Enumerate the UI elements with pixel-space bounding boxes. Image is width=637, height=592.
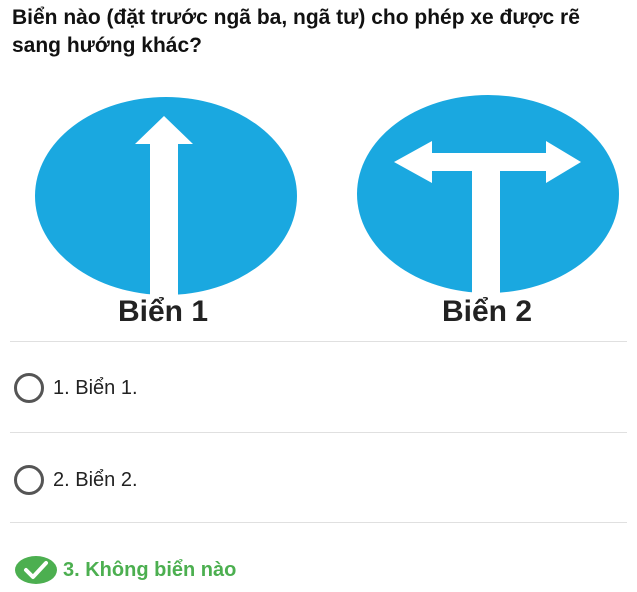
sign-illustration: Biển 1 Biển 2 [0,84,637,334]
radio-unchecked-icon[interactable] [14,465,44,495]
sign-1-label: Biển 1 [117,295,209,328]
divider [10,341,627,342]
option-1[interactable]: 1. Biển 1. [14,368,138,408]
option-1-label: 1. Biển 1. [53,376,138,399]
divider [10,522,627,523]
option-3-label: 3. Không biển nào [63,558,237,581]
divider [10,432,627,433]
option-3[interactable]: 3. Không biển nào [14,550,236,590]
question-text: Biển nào (đặt trước ngã ba, ngã tư) cho … [12,6,580,57]
sign-2-label: Biển 2 [441,295,533,328]
check-circle-icon[interactable] [14,555,58,585]
radio-unchecked-icon[interactable] [14,373,44,403]
option-2-label: 2. Biển 2. [53,468,138,491]
turn-left-or-right-sign-icon [357,95,619,294]
straight-only-sign-icon [35,97,297,296]
option-2[interactable]: 2. Biển 2. [14,460,138,500]
